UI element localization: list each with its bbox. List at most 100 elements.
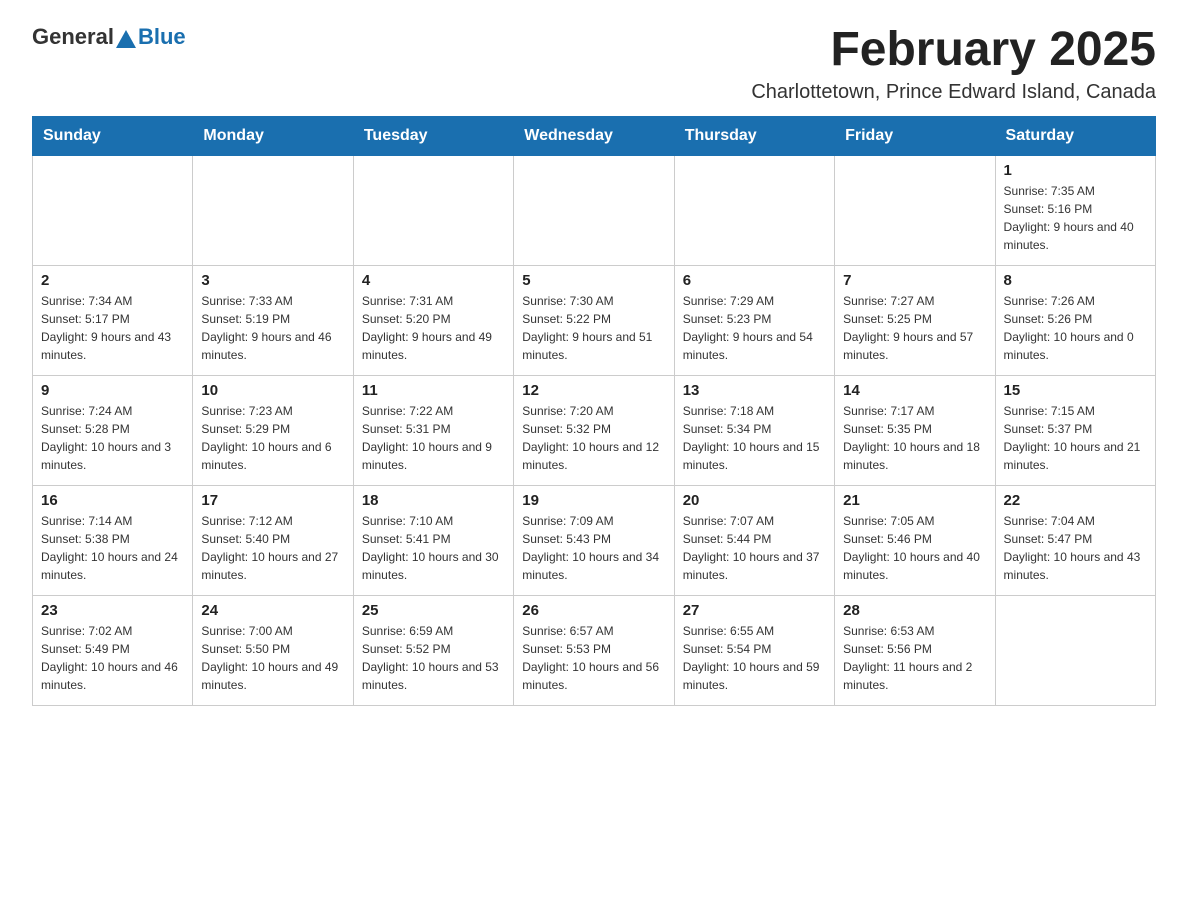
- calendar-table: SundayMondayTuesdayWednesdayThursdayFrid…: [32, 116, 1156, 706]
- day-info: Sunrise: 7:09 AMSunset: 5:43 PMDaylight:…: [522, 512, 665, 584]
- day-number: 8: [1004, 272, 1147, 289]
- day-number: 14: [843, 382, 986, 399]
- calendar-header-wednesday: Wednesday: [514, 116, 674, 155]
- week-row-4: 23 Sunrise: 7:02 AMSunset: 5:49 PMDayligh…: [33, 595, 1156, 705]
- calendar-header-thursday: Thursday: [674, 116, 834, 155]
- calendar-cell: [193, 155, 353, 265]
- day-info: Sunrise: 7:20 AMSunset: 5:32 PMDaylight:…: [522, 402, 665, 474]
- day-info: Sunrise: 7:23 AMSunset: 5:29 PMDaylight:…: [201, 402, 344, 474]
- day-info: Sunrise: 6:55 AMSunset: 5:54 PMDaylight:…: [683, 622, 826, 694]
- calendar-cell: [835, 155, 995, 265]
- calendar-cell: 8 Sunrise: 7:26 AMSunset: 5:26 PMDaylight…: [995, 265, 1155, 375]
- day-number: 27: [683, 602, 826, 619]
- day-number: 3: [201, 272, 344, 289]
- calendar-cell: [674, 155, 834, 265]
- calendar-cell: 24 Sunrise: 7:00 AMSunset: 5:50 PMDayligh…: [193, 595, 353, 705]
- day-number: 21: [843, 492, 986, 509]
- day-info: Sunrise: 7:35 AMSunset: 5:16 PMDaylight:…: [1004, 182, 1147, 254]
- calendar-header-monday: Monday: [193, 116, 353, 155]
- day-info: Sunrise: 7:31 AMSunset: 5:20 PMDaylight:…: [362, 292, 505, 364]
- day-number: 24: [201, 602, 344, 619]
- calendar-cell: 11Sunrise: 7:22 AMSunset: 5:31 PMDayligh…: [353, 375, 513, 485]
- calendar-cell: 15 Sunrise: 7:15 AMSunset: 5:37 PMDayligh…: [995, 375, 1155, 485]
- calendar-cell: 16 Sunrise: 7:14 AMSunset: 5:38 PMDayligh…: [33, 485, 193, 595]
- day-info: Sunrise: 7:26 AMSunset: 5:26 PMDaylight:…: [1004, 292, 1147, 364]
- day-number: 17: [201, 492, 344, 509]
- calendar-cell: 25Sunrise: 6:59 AMSunset: 5:52 PMDayligh…: [353, 595, 513, 705]
- calendar-cell: 20Sunrise: 7:07 AMSunset: 5:44 PMDayligh…: [674, 485, 834, 595]
- day-info: Sunrise: 7:14 AMSunset: 5:38 PMDaylight:…: [41, 512, 184, 584]
- day-info: Sunrise: 7:18 AMSunset: 5:34 PMDaylight:…: [683, 402, 826, 474]
- day-info: Sunrise: 7:34 AMSunset: 5:17 PMDaylight:…: [41, 292, 184, 364]
- day-number: 19: [522, 492, 665, 509]
- day-info: Sunrise: 6:57 AMSunset: 5:53 PMDaylight:…: [522, 622, 665, 694]
- calendar-cell: 17Sunrise: 7:12 AMSunset: 5:40 PMDayligh…: [193, 485, 353, 595]
- calendar-cell: 12 Sunrise: 7:20 AMSunset: 5:32 PMDayligh…: [514, 375, 674, 485]
- calendar-cell: [995, 595, 1155, 705]
- day-info: Sunrise: 7:17 AMSunset: 5:35 PMDaylight:…: [843, 402, 986, 474]
- day-number: 10: [201, 382, 344, 399]
- day-info: Sunrise: 7:15 AMSunset: 5:37 PMDaylight:…: [1004, 402, 1147, 474]
- day-info: Sunrise: 7:33 AMSunset: 5:19 PMDaylight:…: [201, 292, 344, 364]
- calendar-cell: 10 Sunrise: 7:23 AMSunset: 5:29 PMDayligh…: [193, 375, 353, 485]
- day-info: Sunrise: 7:24 AMSunset: 5:28 PMDaylight:…: [41, 402, 184, 474]
- week-row-2: 9 Sunrise: 7:24 AMSunset: 5:28 PMDaylight…: [33, 375, 1156, 485]
- calendar-cell: 26 Sunrise: 6:57 AMSunset: 5:53 PMDayligh…: [514, 595, 674, 705]
- calendar-cell: 27 Sunrise: 6:55 AMSunset: 5:54 PMDayligh…: [674, 595, 834, 705]
- day-info: Sunrise: 7:27 AMSunset: 5:25 PMDaylight:…: [843, 292, 986, 364]
- day-number: 5: [522, 272, 665, 289]
- calendar-cell: 2Sunrise: 7:34 AMSunset: 5:17 PMDaylight…: [33, 265, 193, 375]
- week-row-3: 16 Sunrise: 7:14 AMSunset: 5:38 PMDayligh…: [33, 485, 1156, 595]
- calendar-cell: 4 Sunrise: 7:31 AMSunset: 5:20 PMDaylight…: [353, 265, 513, 375]
- calendar-cell: 18Sunrise: 7:10 AMSunset: 5:41 PMDayligh…: [353, 485, 513, 595]
- day-number: 9: [41, 382, 184, 399]
- title-section: February 2025 Charlottetown, Prince Edwa…: [751, 24, 1156, 104]
- calendar-cell: 7 Sunrise: 7:27 AMSunset: 5:25 PMDaylight…: [835, 265, 995, 375]
- calendar-cell: 6Sunrise: 7:29 AMSunset: 5:23 PMDaylight…: [674, 265, 834, 375]
- logo-blue-text: Blue: [138, 24, 186, 50]
- calendar-cell: 22 Sunrise: 7:04 AMSunset: 5:47 PMDayligh…: [995, 485, 1155, 595]
- day-number: 4: [362, 272, 505, 289]
- calendar-subtitle: Charlottetown, Prince Edward Island, Can…: [751, 81, 1156, 104]
- logo-general-text: General: [32, 24, 114, 50]
- day-number: 20: [683, 492, 826, 509]
- day-number: 1: [1004, 162, 1147, 179]
- page-header: General Blue February 2025 Charlottetown…: [32, 24, 1156, 104]
- calendar-cell: 13 Sunrise: 7:18 AMSunset: 5:34 PMDayligh…: [674, 375, 834, 485]
- day-number: 16: [41, 492, 184, 509]
- week-row-1: 2Sunrise: 7:34 AMSunset: 5:17 PMDaylight…: [33, 265, 1156, 375]
- day-number: 7: [843, 272, 986, 289]
- day-info: Sunrise: 7:10 AMSunset: 5:41 PMDaylight:…: [362, 512, 505, 584]
- day-info: Sunrise: 7:30 AMSunset: 5:22 PMDaylight:…: [522, 292, 665, 364]
- calendar-cell: [353, 155, 513, 265]
- day-info: Sunrise: 6:53 AMSunset: 5:56 PMDaylight:…: [843, 622, 986, 694]
- calendar-header-saturday: Saturday: [995, 116, 1155, 155]
- day-info: Sunrise: 6:59 AMSunset: 5:52 PMDaylight:…: [362, 622, 505, 694]
- day-number: 12: [522, 382, 665, 399]
- calendar-cell: 21 Sunrise: 7:05 AMSunset: 5:46 PMDayligh…: [835, 485, 995, 595]
- calendar-cell: 23 Sunrise: 7:02 AMSunset: 5:49 PMDayligh…: [33, 595, 193, 705]
- calendar-cell: 5 Sunrise: 7:30 AMSunset: 5:22 PMDaylight…: [514, 265, 674, 375]
- day-info: Sunrise: 7:02 AMSunset: 5:49 PMDaylight:…: [41, 622, 184, 694]
- day-number: 15: [1004, 382, 1147, 399]
- day-info: Sunrise: 7:04 AMSunset: 5:47 PMDaylight:…: [1004, 512, 1147, 584]
- calendar-cell: 28 Sunrise: 6:53 AMSunset: 5:56 PMDayligh…: [835, 595, 995, 705]
- day-info: Sunrise: 7:00 AMSunset: 5:50 PMDaylight:…: [201, 622, 344, 694]
- day-number: 26: [522, 602, 665, 619]
- logo-triangle-icon: [116, 30, 136, 48]
- day-number: 11: [362, 382, 505, 399]
- calendar-cell: 14 Sunrise: 7:17 AMSunset: 5:35 PMDayligh…: [835, 375, 995, 485]
- day-info: Sunrise: 7:29 AMSunset: 5:23 PMDaylight:…: [683, 292, 826, 364]
- day-info: Sunrise: 7:05 AMSunset: 5:46 PMDaylight:…: [843, 512, 986, 584]
- calendar-header-tuesday: Tuesday: [353, 116, 513, 155]
- calendar-cell: [33, 155, 193, 265]
- day-number: 28: [843, 602, 986, 619]
- calendar-cell: 3 Sunrise: 7:33 AMSunset: 5:19 PMDaylight…: [193, 265, 353, 375]
- calendar-title: February 2025: [751, 24, 1156, 77]
- day-number: 23: [41, 602, 184, 619]
- calendar-cell: 9 Sunrise: 7:24 AMSunset: 5:28 PMDaylight…: [33, 375, 193, 485]
- calendar-cell: [514, 155, 674, 265]
- day-number: 13: [683, 382, 826, 399]
- day-number: 22: [1004, 492, 1147, 509]
- calendar-header-sunday: Sunday: [33, 116, 193, 155]
